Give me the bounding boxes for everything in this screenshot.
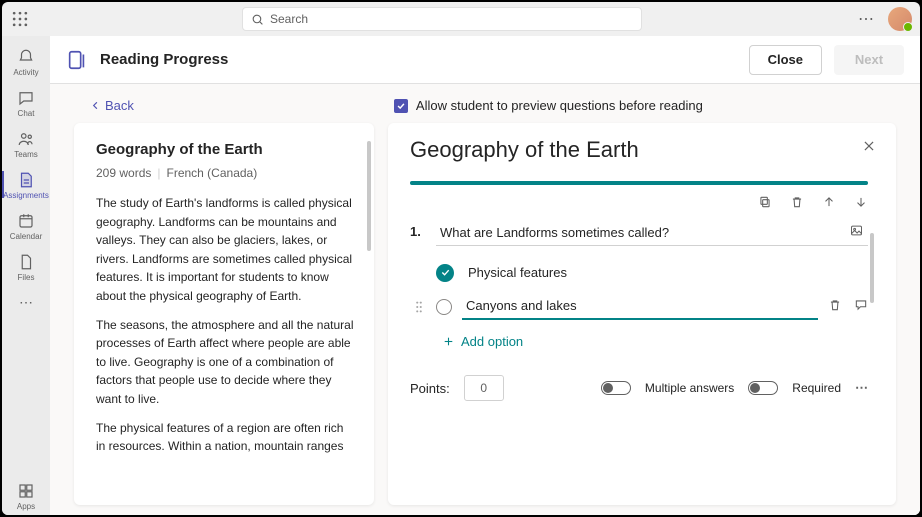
close-icon[interactable] bbox=[860, 137, 878, 158]
scrollbar[interactable] bbox=[870, 233, 874, 303]
doc-meta: 209 words|French (Canada) bbox=[96, 166, 370, 180]
add-option-button[interactable]: Add option bbox=[410, 324, 868, 363]
delete-option-icon[interactable] bbox=[828, 298, 842, 315]
question-number: 1. bbox=[410, 224, 426, 239]
insert-media-icon[interactable] bbox=[849, 223, 864, 241]
back-link[interactable]: Back bbox=[90, 98, 134, 113]
required-toggle[interactable] bbox=[748, 381, 778, 395]
document-pane: Geography of the Earth 209 words|French … bbox=[74, 123, 374, 505]
rail-more-icon[interactable]: ⋯ bbox=[2, 288, 50, 315]
correct-option-icon[interactable] bbox=[436, 264, 454, 282]
page-title: Reading Progress bbox=[100, 51, 228, 68]
option-row: Canyons and lakes bbox=[410, 289, 868, 324]
question-more-icon[interactable]: ⋯ bbox=[855, 380, 868, 396]
rail-calendar[interactable]: Calendar bbox=[2, 206, 50, 245]
drag-handle-icon[interactable] bbox=[414, 300, 426, 314]
move-up-icon[interactable] bbox=[822, 195, 836, 209]
multiple-answers-toggle[interactable] bbox=[601, 381, 631, 395]
search-placeholder: Search bbox=[270, 12, 308, 26]
question-input[interactable]: What are Landforms sometimes called? bbox=[436, 217, 868, 246]
move-down-icon[interactable] bbox=[854, 195, 868, 209]
question-row: 1. What are Landforms sometimes called? bbox=[410, 217, 868, 246]
more-icon[interactable]: ⋯ bbox=[854, 7, 878, 31]
rail-assignments[interactable]: Assignments bbox=[2, 165, 50, 204]
checkbox-checked-icon bbox=[394, 99, 408, 113]
search-input[interactable]: Search bbox=[242, 7, 642, 31]
delete-icon[interactable] bbox=[790, 195, 804, 209]
option-radio[interactable] bbox=[436, 299, 452, 315]
comment-icon[interactable] bbox=[854, 298, 868, 315]
scrollbar[interactable] bbox=[367, 141, 371, 251]
app-rail: Activity Chat Teams Assignments Calendar… bbox=[2, 36, 50, 515]
page-header: Reading Progress Close Next bbox=[50, 36, 920, 84]
rail-apps[interactable]: Apps bbox=[2, 476, 50, 515]
option-input[interactable]: Canyons and lakes bbox=[462, 293, 818, 320]
points-label: Points: bbox=[410, 381, 450, 396]
reading-progress-icon bbox=[66, 49, 88, 71]
rail-activity[interactable]: Activity bbox=[2, 42, 50, 81]
option-input[interactable]: Physical features bbox=[464, 260, 868, 285]
doc-body: The study of Earth's landforms is called… bbox=[96, 194, 370, 454]
title-bar: Search ⋯ bbox=[2, 2, 920, 36]
rail-files[interactable]: Files bbox=[2, 247, 50, 286]
rail-chat[interactable]: Chat bbox=[2, 83, 50, 122]
form-title: Geography of the Earth bbox=[410, 137, 639, 163]
close-button[interactable]: Close bbox=[749, 45, 822, 75]
next-button: Next bbox=[834, 45, 904, 75]
waffle-icon[interactable] bbox=[10, 9, 30, 29]
rail-teams[interactable]: Teams bbox=[2, 124, 50, 163]
copy-icon[interactable] bbox=[758, 195, 772, 209]
doc-title: Geography of the Earth bbox=[96, 141, 370, 158]
form-pane: Geography of the Earth bbox=[388, 123, 896, 505]
allow-preview-checkbox[interactable]: Allow student to preview questions befor… bbox=[394, 98, 703, 113]
accent-bar bbox=[410, 181, 868, 185]
avatar[interactable] bbox=[888, 7, 912, 31]
option-row: Physical features bbox=[410, 256, 868, 289]
question-footer: Points: 0 Multiple answers Required ⋯ bbox=[410, 363, 868, 401]
points-input[interactable]: 0 bbox=[464, 375, 504, 401]
